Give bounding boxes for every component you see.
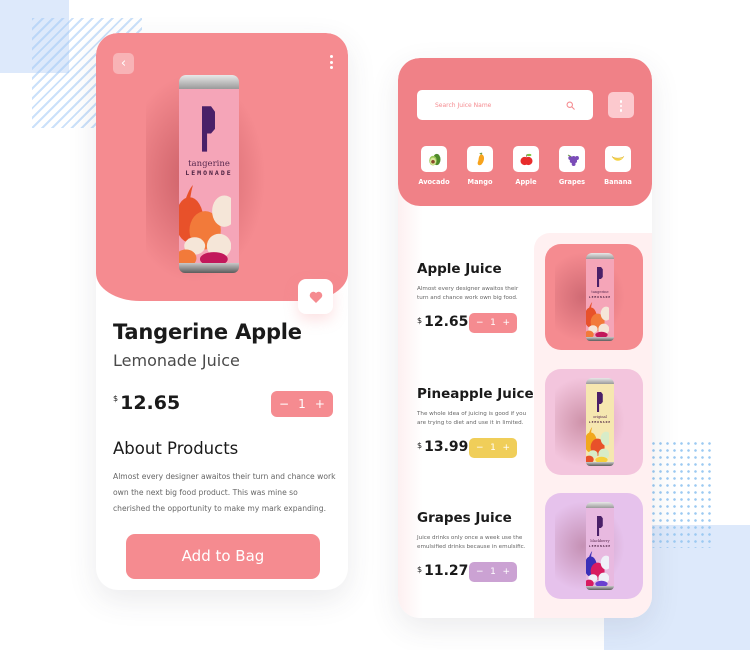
banana-icon bbox=[605, 146, 631, 172]
mango-icon bbox=[467, 146, 493, 172]
increase-quantity-button[interactable]: + bbox=[502, 443, 510, 453]
price-value: 13.99 bbox=[424, 439, 469, 455]
product-price: $12.65 bbox=[113, 392, 180, 414]
category-label: Grapes bbox=[558, 178, 586, 186]
search-icon[interactable] bbox=[566, 101, 575, 110]
product-subtitle: Lemonade Juice bbox=[113, 351, 240, 370]
about-heading: About Products bbox=[113, 439, 239, 458]
quantity-stepper: − 1 + bbox=[271, 391, 333, 417]
apple-icon bbox=[513, 146, 539, 172]
price-value: 11.27 bbox=[424, 563, 469, 579]
decrease-quantity-button[interactable]: − bbox=[476, 443, 484, 453]
favorite-button[interactable] bbox=[298, 279, 333, 314]
category-label: Avocado bbox=[418, 178, 450, 186]
category-apple[interactable]: Apple bbox=[504, 146, 548, 186]
quantity-value: 1 bbox=[490, 443, 496, 453]
category-label: Banana bbox=[604, 178, 632, 186]
can-type-label: LEMONADE bbox=[185, 169, 233, 177]
brand-logo bbox=[596, 266, 603, 288]
search-bar bbox=[417, 90, 593, 120]
decrease-quantity-button[interactable]: − bbox=[476, 318, 484, 328]
decrease-quantity-button[interactable]: − bbox=[476, 567, 484, 577]
quantity-stepper: − 1 + bbox=[469, 562, 517, 582]
avocado-icon bbox=[421, 146, 447, 172]
vertical-dots-icon bbox=[327, 55, 335, 69]
product-title: Tangerine Apple bbox=[113, 320, 302, 344]
product-hero: ‹ tangerine LEMONADE bbox=[96, 33, 348, 301]
brand-logo bbox=[596, 391, 603, 413]
category-label: Apple bbox=[515, 178, 537, 186]
item-image[interactable]: tangerine LEMONADE bbox=[545, 244, 643, 350]
decrease-quantity-button[interactable]: − bbox=[279, 397, 289, 411]
floral-artwork bbox=[179, 184, 232, 264]
item-image[interactable]: blackberry LEMONADE bbox=[545, 493, 643, 599]
currency-symbol: $ bbox=[417, 441, 423, 450]
item-title[interactable]: Apple Juice bbox=[417, 261, 502, 277]
price-value: 12.65 bbox=[424, 314, 469, 330]
about-description: Almost every designer awaitos their turn… bbox=[113, 472, 336, 513]
grapes-icon bbox=[559, 146, 585, 172]
item-title[interactable]: Pineapple Juice bbox=[417, 386, 534, 402]
category-grapes[interactable]: Grapes bbox=[550, 146, 594, 186]
quantity-stepper: − 1 + bbox=[469, 438, 517, 458]
increase-quantity-button[interactable]: + bbox=[502, 567, 510, 577]
item-price: $13.99 bbox=[417, 439, 468, 455]
item-price: $12.65 bbox=[417, 314, 468, 330]
filter-menu-button[interactable] bbox=[608, 92, 634, 118]
list-header: Avocado Mango Apple Grapes bbox=[398, 58, 652, 206]
item-description: Almost every designer awaitos their turn… bbox=[417, 286, 519, 301]
item-title[interactable]: Grapes Juice bbox=[417, 510, 512, 526]
product-can-image: tangerine LEMONADE bbox=[179, 75, 239, 273]
vertical-dots-icon bbox=[608, 92, 634, 112]
category-banana[interactable]: Banana bbox=[596, 146, 640, 186]
category-avocado[interactable]: Avocado bbox=[412, 146, 456, 186]
search-input[interactable] bbox=[435, 101, 555, 109]
increase-quantity-button[interactable]: + bbox=[315, 397, 325, 411]
can-type-label: LEMONADE bbox=[588, 294, 612, 299]
currency-symbol: $ bbox=[113, 394, 119, 403]
chevron-left-icon: ‹ bbox=[120, 56, 127, 71]
can-flavor-label: blackberry bbox=[590, 539, 610, 544]
quantity-value: 1 bbox=[298, 397, 306, 411]
quantity-stepper: − 1 + bbox=[469, 313, 517, 333]
more-options-button[interactable] bbox=[327, 55, 335, 71]
category-list: Avocado Mango Apple Grapes Banana bbox=[412, 146, 640, 186]
increase-quantity-button[interactable]: + bbox=[502, 318, 510, 328]
heart-icon bbox=[309, 291, 322, 303]
category-mango[interactable]: Mango bbox=[458, 146, 502, 186]
can-type-label: LEMONADE bbox=[588, 543, 612, 548]
product-can-image: blackberry LEMONADE bbox=[586, 502, 614, 590]
can-type-label: LEMONADE bbox=[588, 419, 612, 424]
can-flavor-label: tangerine bbox=[591, 290, 609, 295]
brand-logo bbox=[201, 106, 215, 152]
product-can-image: original LEMONADE bbox=[586, 378, 614, 466]
floral-artwork bbox=[586, 426, 610, 462]
floral-artwork bbox=[586, 301, 610, 337]
currency-symbol: $ bbox=[417, 565, 423, 574]
price-value: 12.65 bbox=[120, 392, 181, 414]
brand-logo bbox=[596, 515, 603, 537]
quantity-value: 1 bbox=[490, 318, 496, 328]
item-description: Juice drinks only once a week use the em… bbox=[417, 535, 526, 550]
add-to-bag-button[interactable]: Add to Bag bbox=[126, 534, 320, 579]
product-can-image: tangerine LEMONADE bbox=[586, 253, 614, 341]
item-description: The whole idea of juicing is good if you… bbox=[417, 411, 527, 426]
background-dots bbox=[650, 440, 712, 548]
item-image[interactable]: original LEMONADE bbox=[545, 369, 643, 475]
category-label: Mango bbox=[467, 178, 493, 186]
product-detail-screen: ‹ tangerine LEMONADE Tangerine Apple Lem… bbox=[96, 33, 348, 590]
can-flavor-label: tangerine bbox=[188, 158, 230, 169]
can-flavor-label: original bbox=[593, 415, 607, 420]
currency-symbol: $ bbox=[417, 316, 423, 325]
quantity-value: 1 bbox=[490, 567, 496, 577]
product-list-screen: Avocado Mango Apple Grapes bbox=[398, 58, 652, 618]
item-price: $11.27 bbox=[417, 563, 468, 579]
back-button[interactable]: ‹ bbox=[113, 53, 134, 74]
floral-artwork bbox=[586, 550, 610, 586]
